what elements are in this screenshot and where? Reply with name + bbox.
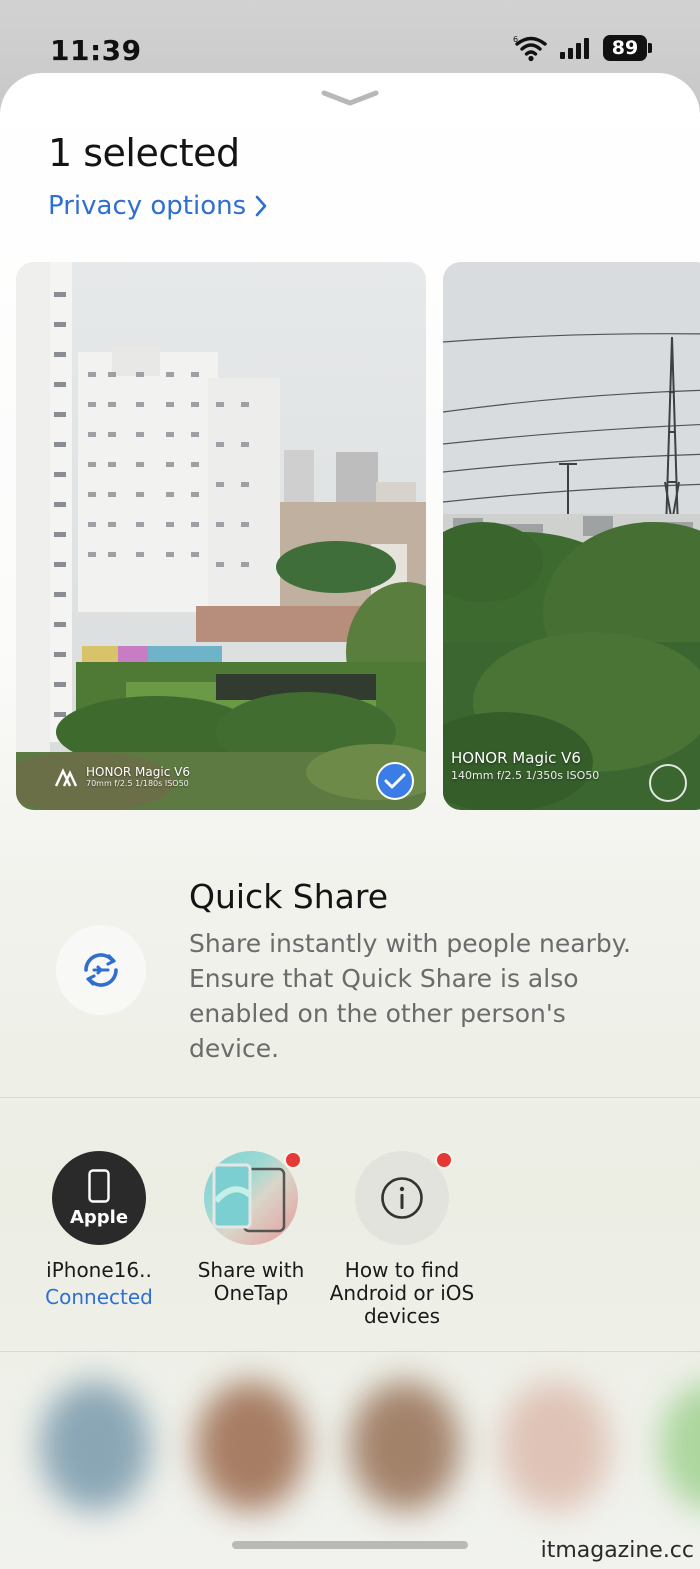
selection-count-title: 1 selected: [48, 131, 240, 175]
blurred-app-icon[interactable]: [500, 1381, 610, 1511]
photo-2-camera-spec: 140mm f/2.5 1/350s ISO50: [451, 769, 600, 782]
photo-1-camera-brand: HONOR Magic V6: [86, 765, 190, 779]
notification-dot: [435, 1151, 453, 1169]
device-name: iPhone16..: [46, 1258, 152, 1282]
device-status: Connected: [45, 1285, 153, 1309]
device-avatar: Apple: [52, 1151, 146, 1245]
quick-share-title: Quick Share: [189, 877, 389, 916]
chevron-right-icon: [255, 195, 267, 217]
photo-watermark-2: HONOR Magic V6 140mm f/2.5 1/350s ISO50: [451, 749, 599, 782]
onetap-label: Share with OneTap: [197, 1258, 305, 1305]
battery-icon: 89: [603, 35, 652, 61]
site-watermark: itmagazine.cc: [540, 1538, 694, 1563]
divider: [0, 1351, 700, 1352]
device-brand-label: Apple: [69, 1206, 129, 1228]
photo-thumbnail-1[interactable]: HONOR Magic V6 70mm f/2.5 1/180s ISO50: [16, 262, 426, 810]
status-time: 11:39: [50, 34, 142, 67]
home-indicator[interactable]: [232, 1541, 468, 1549]
privacy-options-label: Privacy options: [48, 191, 247, 221]
photo-thumbnail-2[interactable]: HONOR Magic V6 140mm f/2.5 1/350s ISO50: [443, 262, 700, 810]
svg-text:6: 6: [513, 35, 518, 44]
blurred-app-icon[interactable]: [40, 1381, 150, 1511]
onetap-icon: [204, 1151, 298, 1245]
photo-1-camera-spec: 70mm f/2.5 1/180s ISO50: [86, 779, 189, 788]
unselected-circle-icon[interactable]: [649, 764, 687, 802]
wifi-icon: 6: [513, 35, 547, 62]
share-sheet: 1 selected Privacy options HONOR Magic V…: [0, 73, 700, 1569]
quick-share-icon: [84, 953, 118, 987]
privacy-options-link[interactable]: Privacy options: [48, 191, 268, 221]
quick-share-button[interactable]: [56, 925, 146, 1015]
chevron-down-icon[interactable]: [320, 87, 380, 109]
blurred-app-icon[interactable]: [660, 1381, 700, 1511]
info-button: [355, 1151, 449, 1245]
apps-row: [0, 1363, 700, 1533]
notification-dot: [284, 1151, 302, 1169]
share-target-help[interactable]: How to find Android or iOS devices: [327, 1151, 477, 1328]
info-icon: [381, 1177, 423, 1219]
help-label: How to find Android or iOS devices: [329, 1258, 475, 1328]
phone-icon: [88, 1168, 110, 1203]
battery-level: 89: [603, 35, 647, 61]
photo-watermark-1: HONOR Magic V6 70mm f/2.5 1/180s ISO50: [54, 765, 190, 788]
divider: [0, 1097, 700, 1098]
share-target-onetap[interactable]: Share with OneTap: [176, 1151, 326, 1305]
photo-2-camera-brand: HONOR Magic V6: [451, 749, 581, 767]
honor-logo-icon: [54, 767, 78, 787]
selected-check-icon[interactable]: [376, 762, 414, 800]
photo-image-buildings: [16, 262, 426, 810]
blurred-app-icon[interactable]: [350, 1381, 460, 1511]
quick-share-description: Share instantly with people nearby. Ensu…: [189, 929, 631, 1063]
blurred-app-icon[interactable]: [196, 1381, 306, 1511]
photo-image-power-lines: [443, 262, 700, 810]
share-target-iphone[interactable]: Apple iPhone16.. Connected: [24, 1151, 174, 1312]
status-icons: 6 89: [513, 34, 652, 62]
signal-icon: [560, 38, 589, 59]
